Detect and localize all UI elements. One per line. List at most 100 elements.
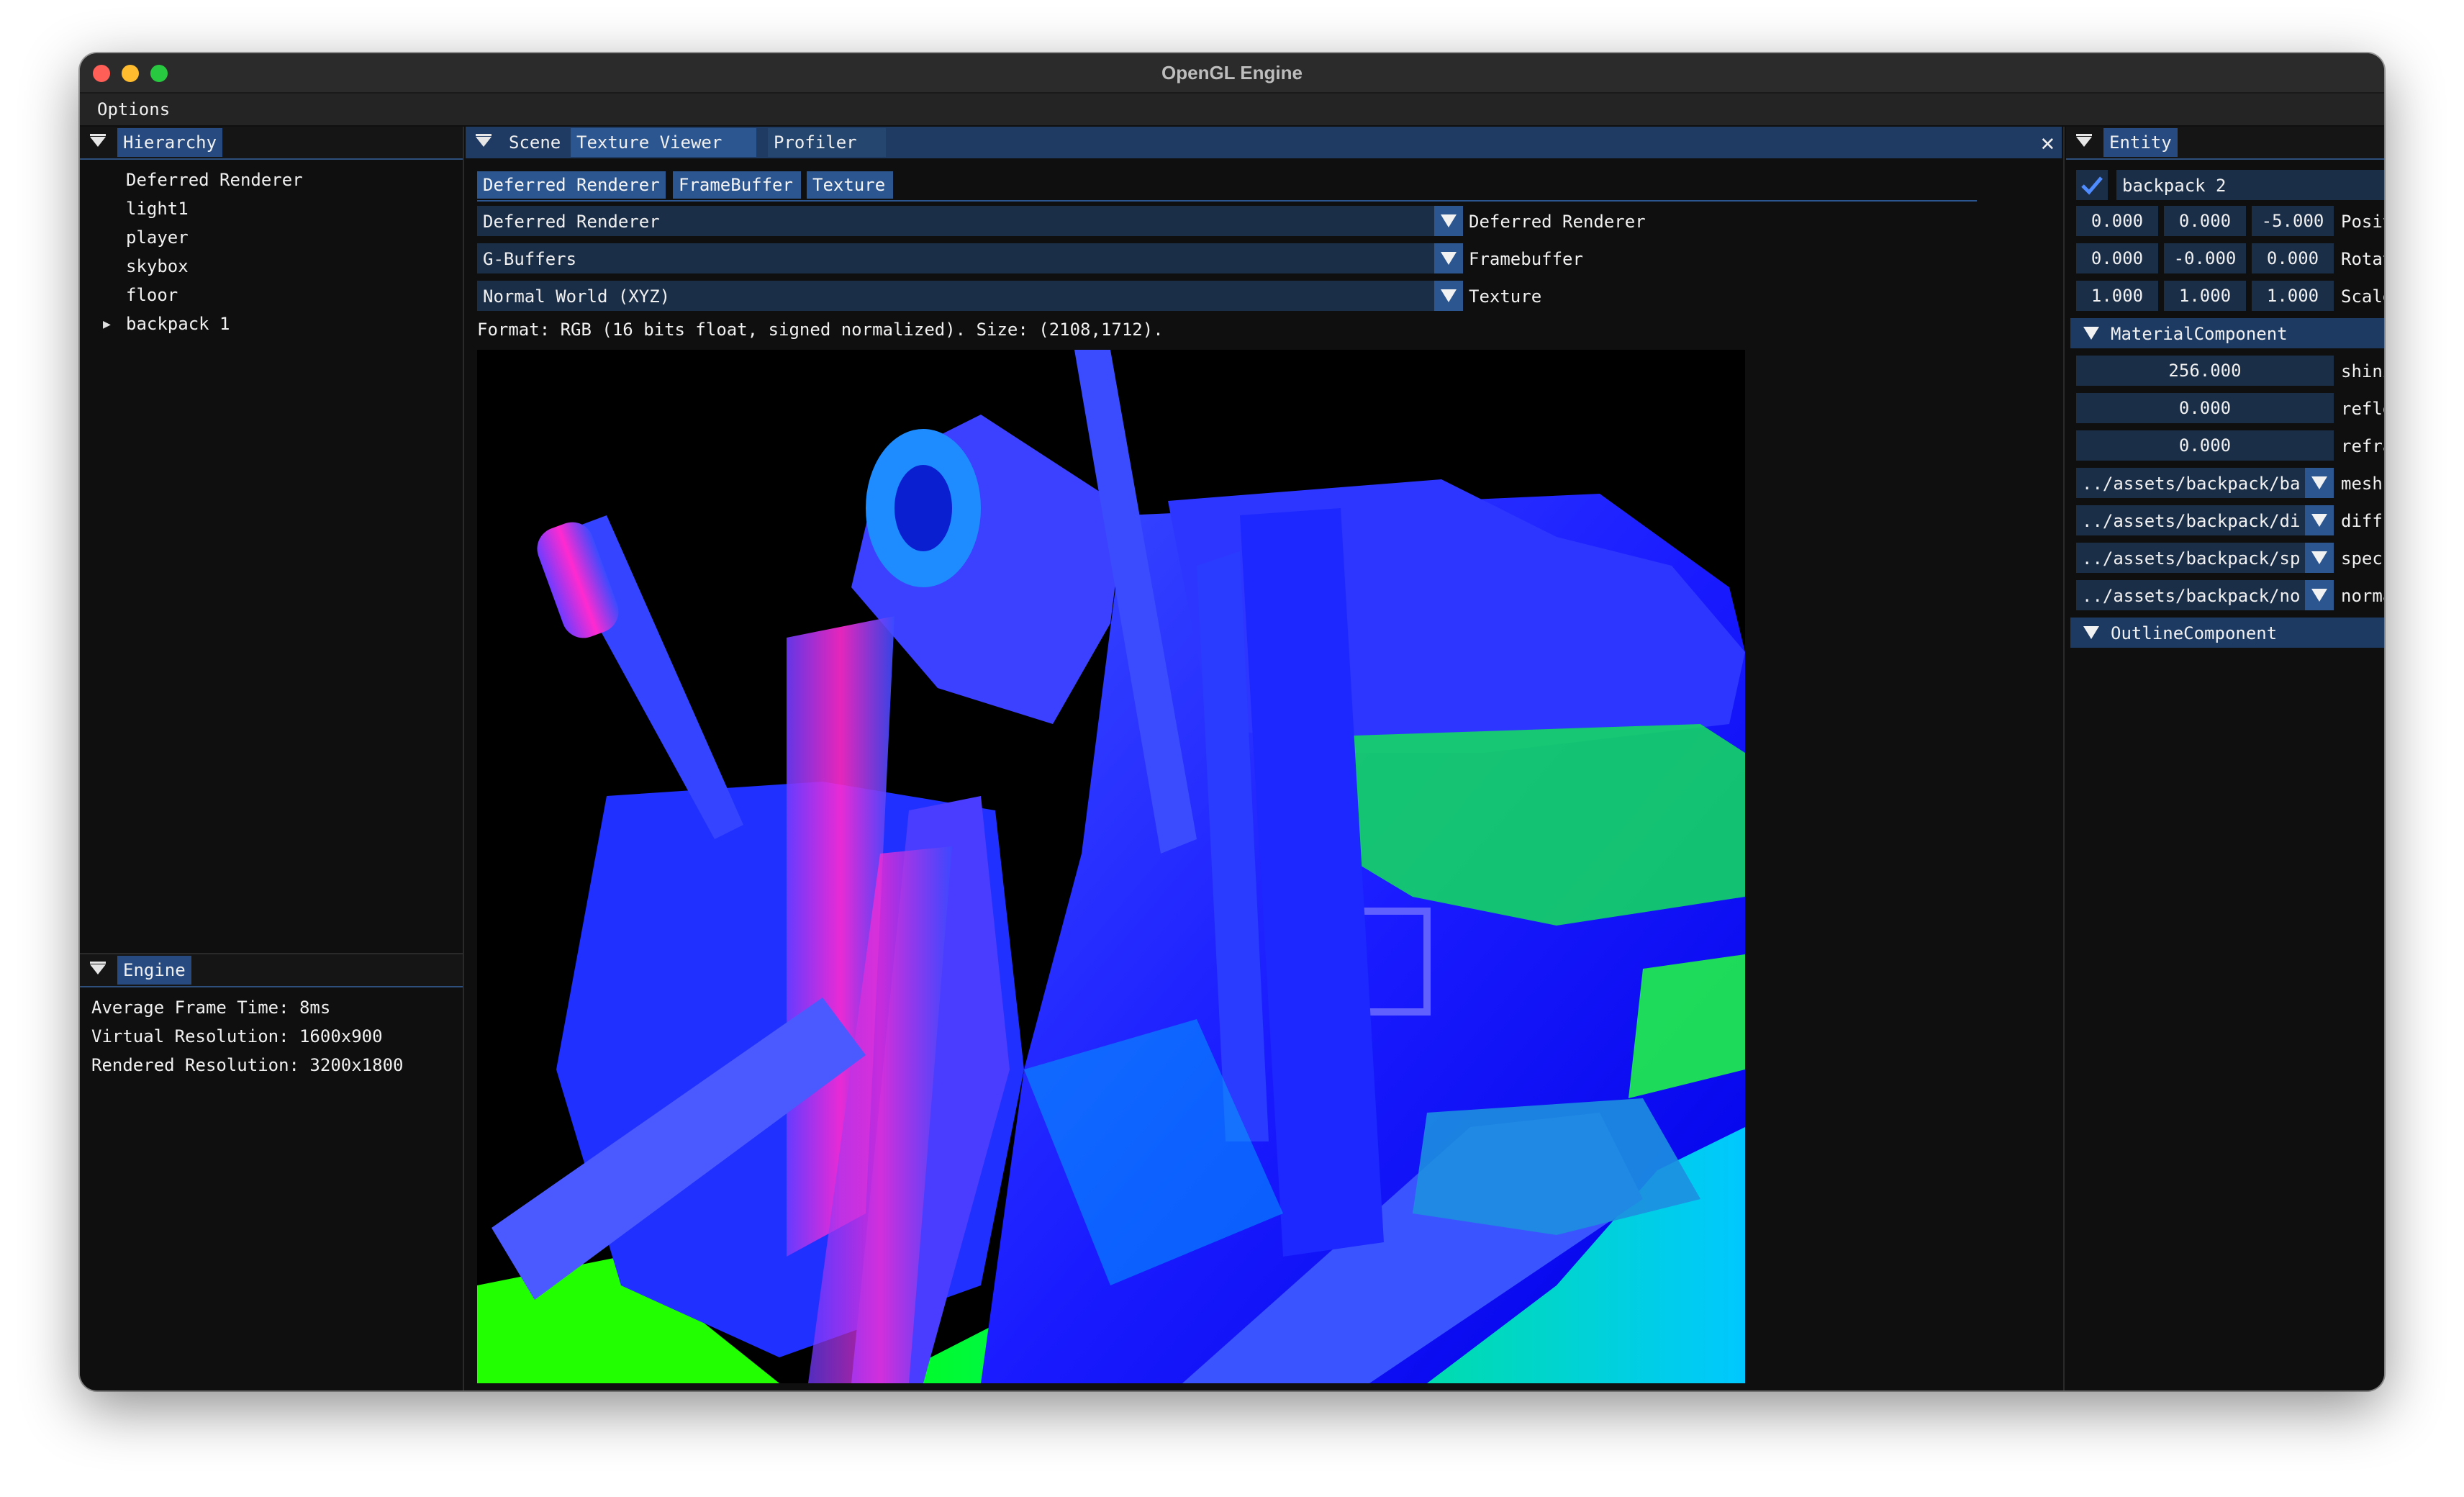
tree-item-player[interactable]: player bbox=[126, 227, 189, 248]
frame-time-text: Average Frame Time: 8ms bbox=[91, 998, 331, 1018]
entity-header: Entity bbox=[2066, 127, 2384, 160]
reflection-label: reflection bbox=[2341, 399, 2384, 419]
scale-y-input[interactable]: 1.000 bbox=[2164, 281, 2246, 311]
scale-label: Scale bbox=[2341, 286, 2384, 307]
entity-name-field[interactable]: backpack 2 bbox=[2116, 170, 2384, 200]
normal-label: normal bbox=[2341, 586, 2384, 606]
normal-map-texture bbox=[477, 350, 1745, 1383]
close-icon[interactable]: ✕ bbox=[2041, 131, 2055, 154]
center-header: Scene Texture Viewer Profiler ✕ bbox=[466, 127, 2062, 158]
menu-options[interactable]: Options bbox=[97, 99, 170, 119]
position-z-input[interactable]: -5.000 bbox=[2252, 206, 2334, 236]
tree-item-skybox[interactable]: skybox bbox=[126, 256, 189, 276]
collapse-icon[interactable] bbox=[476, 134, 492, 147]
texture-combo-label: Texture bbox=[1469, 286, 1542, 307]
material-component-header[interactable]: MaterialComponent bbox=[2070, 318, 2384, 348]
outline-component-header[interactable]: OutlineComponent bbox=[2070, 618, 2384, 648]
checkmark-icon bbox=[2081, 176, 2103, 195]
scale-z-input[interactable]: 1.000 bbox=[2252, 281, 2334, 311]
collapse-icon[interactable] bbox=[90, 962, 106, 974]
app-window: OpenGL Engine Options Hierarchy Deferred… bbox=[80, 53, 2384, 1390]
shininess-label: shininess bbox=[2341, 361, 2384, 381]
subtab-framebuffer[interactable]: FrameBuffer bbox=[673, 171, 801, 199]
dropdown-button[interactable] bbox=[1434, 206, 1463, 236]
engine-panel: Engine Average Frame Time: 8ms Virtual R… bbox=[80, 953, 463, 1390]
framebuffer-combo-label: Framebuffer bbox=[1469, 249, 1583, 269]
hierarchy-header: Hierarchy bbox=[80, 127, 463, 160]
renderer-combo[interactable]: Deferred Renderer bbox=[477, 206, 1463, 236]
chevron-down-icon bbox=[1441, 214, 1457, 227]
chevron-down-icon bbox=[2083, 327, 2099, 340]
collapse-icon[interactable] bbox=[90, 134, 106, 147]
material-component-title: MaterialComponent bbox=[2111, 324, 2288, 344]
chevron-down-icon bbox=[1441, 289, 1457, 302]
texture-viewport[interactable] bbox=[477, 350, 1745, 1383]
left-divider[interactable] bbox=[463, 127, 464, 1390]
tree-item-floor[interactable]: floor bbox=[126, 285, 178, 305]
dropdown-button[interactable] bbox=[1434, 243, 1463, 273]
rotation-y-input[interactable]: -0.000 bbox=[2164, 243, 2246, 273]
chevron-down-icon bbox=[2311, 476, 2327, 489]
menu-bar: Options bbox=[80, 94, 2384, 125]
dropdown-button[interactable] bbox=[2305, 580, 2334, 610]
normal-combo[interactable]: ../assets/backpack/no bbox=[2076, 580, 2334, 610]
specular-label: specular bbox=[2341, 548, 2384, 569]
dropdown-button[interactable] bbox=[2305, 468, 2334, 498]
entity-enabled-checkbox[interactable] bbox=[2076, 170, 2108, 200]
rendered-resolution-text: Rendered Resolution: 3200x1800 bbox=[91, 1055, 404, 1075]
chevron-down-icon bbox=[2311, 551, 2327, 564]
chevron-down-icon bbox=[1441, 252, 1457, 265]
reflection-input[interactable]: 0.000 bbox=[2076, 393, 2334, 423]
chevron-down-icon bbox=[2311, 514, 2327, 527]
tree-item-deferred-renderer[interactable]: Deferred Renderer bbox=[126, 170, 303, 190]
window-title: OpenGL Engine bbox=[1161, 62, 1303, 83]
tab-profiler[interactable]: Profiler bbox=[768, 128, 886, 157]
mesh-label: mesh bbox=[2341, 474, 2383, 494]
shininess-input[interactable]: 256.000 bbox=[2076, 356, 2334, 386]
subtab-deferred-renderer-btn[interactable]: Deferred Renderer bbox=[477, 171, 666, 199]
diffuse-label: diffuse bbox=[2341, 511, 2384, 531]
rotation-label: Rotation bbox=[2341, 249, 2384, 269]
renderer-combo-label: Deferred Renderer bbox=[1469, 212, 1646, 232]
rotation-z-input[interactable]: 0.000 bbox=[2252, 243, 2334, 273]
texture-combo[interactable]: Normal World (XYZ) bbox=[477, 281, 1463, 311]
position-x-input[interactable]: 0.000 bbox=[2076, 206, 2158, 236]
mesh-combo[interactable]: ../assets/backpack/ba bbox=[2076, 468, 2334, 498]
specular-combo[interactable]: ../assets/backpack/sp bbox=[2076, 543, 2334, 573]
rotation-x-input[interactable]: 0.000 bbox=[2076, 243, 2158, 273]
refraction-input[interactable]: 0.000 bbox=[2076, 430, 2334, 461]
mesh-combo-value: ../assets/backpack/ba bbox=[2082, 474, 2301, 494]
tab-scene[interactable]: Scene bbox=[503, 128, 566, 157]
framebuffer-combo-value: G-Buffers bbox=[483, 249, 577, 269]
outline-component-title: OutlineComponent bbox=[2111, 623, 2278, 643]
chevron-down-icon bbox=[2311, 589, 2327, 602]
dropdown-button[interactable] bbox=[2305, 543, 2334, 573]
tab-entity[interactable]: Entity bbox=[2103, 128, 2178, 157]
tree-item-light1[interactable]: light1 bbox=[126, 199, 189, 219]
position-label: Position bbox=[2341, 212, 2384, 232]
position-y-input[interactable]: 0.000 bbox=[2164, 206, 2246, 236]
tree-item-backpack-1[interactable]: backpack 1 bbox=[126, 314, 230, 334]
tab-hierarchy[interactable]: Hierarchy bbox=[117, 128, 223, 157]
collapse-icon[interactable] bbox=[2076, 134, 2092, 147]
dropdown-button[interactable] bbox=[1434, 281, 1463, 311]
expand-arrow-icon[interactable]: ▶ bbox=[103, 317, 111, 332]
engine-header: Engine bbox=[80, 954, 463, 987]
specular-combo-value: ../assets/backpack/sp bbox=[2082, 548, 2301, 569]
scale-x-input[interactable]: 1.000 bbox=[2076, 281, 2158, 311]
texture-combo-value: Normal World (XYZ) bbox=[483, 286, 671, 307]
framebuffer-combo[interactable]: G-Buffers bbox=[477, 243, 1463, 273]
normal-combo-value: ../assets/backpack/no bbox=[2082, 586, 2301, 606]
chevron-down-icon bbox=[2083, 626, 2099, 639]
title-bar: OpenGL Engine bbox=[80, 53, 2384, 94]
subtab-underline bbox=[477, 200, 1977, 202]
entity-name-value: backpack 2 bbox=[2122, 176, 2227, 196]
dropdown-button[interactable] bbox=[2305, 505, 2334, 535]
right-divider[interactable] bbox=[2063, 127, 2065, 1390]
tab-texture-viewer[interactable]: Texture Viewer bbox=[571, 128, 756, 157]
diffuse-combo[interactable]: ../assets/backpack/di bbox=[2076, 505, 2334, 535]
virtual-resolution-text: Virtual Resolution: 1600x900 bbox=[91, 1026, 383, 1046]
tab-engine[interactable]: Engine bbox=[117, 956, 191, 985]
renderer-combo-value: Deferred Renderer bbox=[483, 212, 660, 232]
subtab-texture[interactable]: Texture bbox=[807, 171, 893, 199]
